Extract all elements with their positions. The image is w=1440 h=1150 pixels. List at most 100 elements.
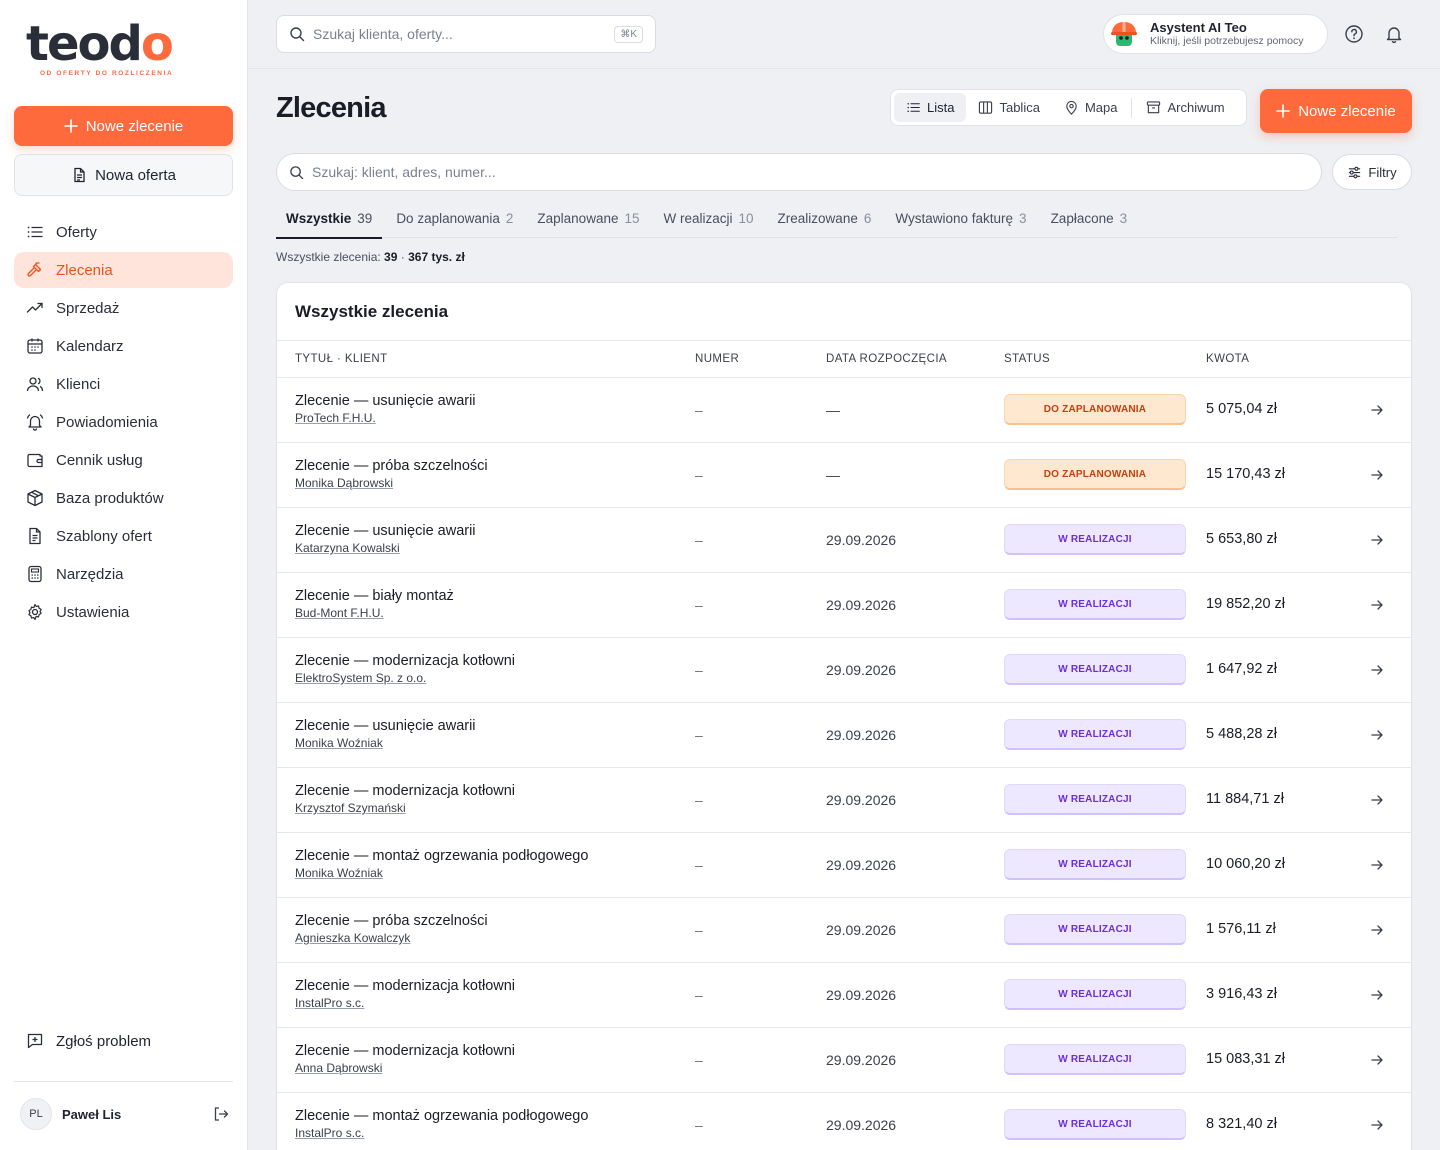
sidebar-item-oferty[interactable]: Oferty bbox=[14, 214, 233, 250]
arrow-right-icon[interactable] bbox=[1369, 467, 1385, 483]
order-title[interactable]: Zlecenie — modernizacja kotłowni bbox=[295, 783, 515, 799]
sidebar-item-zlecenia[interactable]: Zlecenia bbox=[14, 252, 233, 288]
view-tab-lista[interactable]: Lista bbox=[894, 93, 967, 122]
help-icon[interactable] bbox=[1344, 24, 1364, 44]
order-title[interactable]: Zlecenie — próba szczelności bbox=[295, 458, 488, 474]
order-title[interactable]: Zlecenie — próba szczelności bbox=[295, 913, 488, 929]
order-title[interactable]: Zlecenie — usunięcie awarii bbox=[295, 718, 476, 734]
sidebar-item-szablony-ofert[interactable]: Szablony ofert bbox=[14, 518, 233, 554]
filters-button[interactable]: Filtry bbox=[1332, 154, 1412, 190]
arrow-right-icon[interactable] bbox=[1369, 857, 1385, 873]
status-tab[interactable]: W realizacji 10 bbox=[654, 198, 764, 238]
table-row[interactable]: Zlecenie — montaż ogrzewania podłogowego… bbox=[277, 833, 1411, 898]
status-tab[interactable]: Wszystkie 39 bbox=[276, 198, 383, 239]
status-badge[interactable]: DO ZAPLANOWANIA bbox=[1004, 459, 1186, 490]
new-order-button[interactable]: Nowe zlecenie bbox=[1260, 89, 1412, 133]
status-badge[interactable]: DO ZAPLANOWANIA bbox=[1004, 394, 1186, 425]
order-client-link[interactable]: InstalPro s.c. bbox=[295, 996, 364, 1010]
table-row[interactable]: Zlecenie — próba szczelności Agnieszka Ko… bbox=[277, 898, 1411, 963]
order-title[interactable]: Zlecenie — montaż ogrzewania podłogowego bbox=[295, 1108, 588, 1124]
arrow-right-icon[interactable] bbox=[1369, 402, 1385, 418]
status-badge[interactable]: W REALIZACJI bbox=[1004, 524, 1186, 555]
order-title[interactable]: Zlecenie — biały montaż bbox=[295, 588, 454, 604]
status-tab[interactable]: Zapłacone 3 bbox=[1041, 198, 1138, 238]
arrow-right-icon[interactable] bbox=[1369, 1052, 1385, 1068]
order-client-link[interactable]: Krzysztof Szymański bbox=[295, 801, 406, 815]
arrow-right-icon[interactable] bbox=[1369, 597, 1385, 613]
sidebar-item-ustawienia[interactable]: Ustawienia bbox=[14, 594, 233, 630]
bell-icon[interactable] bbox=[1384, 24, 1404, 44]
arrow-right-icon[interactable] bbox=[1369, 1117, 1385, 1133]
view-tab-archiwum[interactable]: Archiwum bbox=[1134, 93, 1236, 122]
report-problem-button[interactable]: Zgłoś problem bbox=[14, 1023, 233, 1059]
view-tab-tablica[interactable]: Tablica bbox=[966, 93, 1051, 122]
status-badge[interactable]: W REALIZACJI bbox=[1004, 589, 1186, 620]
table-row[interactable]: Zlecenie — modernizacja kotłowni Krzyszto… bbox=[277, 768, 1411, 833]
order-title[interactable]: Zlecenie — modernizacja kotłowni bbox=[295, 1043, 515, 1059]
status-badge[interactable]: W REALIZACJI bbox=[1004, 719, 1186, 750]
status-badge[interactable]: W REALIZACJI bbox=[1004, 654, 1186, 685]
column-header-number[interactable]: NUMER bbox=[695, 353, 739, 365]
sidebar-item-narzędzia[interactable]: Narzędzia bbox=[14, 556, 233, 592]
order-client-link[interactable]: Anna Dąbrowski bbox=[295, 1061, 382, 1075]
status-badge[interactable]: W REALIZACJI bbox=[1004, 1109, 1186, 1140]
table-row[interactable]: Zlecenie — modernizacja kotłowni ElektroS… bbox=[277, 638, 1411, 703]
logo[interactable]: teodo OD OFERTY DO ROZLICZENIA bbox=[26, 20, 186, 80]
column-header-title-client[interactable]: TYTUŁ · KLIENT bbox=[295, 353, 388, 365]
arrow-right-icon[interactable] bbox=[1369, 532, 1385, 548]
order-title[interactable]: Zlecenie — usunięcie awarii bbox=[295, 523, 476, 539]
status-tab[interactable]: Do zaplanowania 2 bbox=[386, 198, 523, 238]
orders-search-input[interactable]: Szukaj: klient, adres, numer... bbox=[276, 153, 1322, 191]
sidebar-new-order-button[interactable]: Nowe zlecenie bbox=[14, 106, 233, 146]
status-tab[interactable]: Zaplanowane 15 bbox=[527, 198, 649, 238]
sidebar-item-powiadomienia[interactable]: Powiadomienia bbox=[14, 404, 233, 440]
arrow-right-icon[interactable] bbox=[1369, 922, 1385, 938]
sidebar-item-kalendarz[interactable]: Kalendarz bbox=[14, 328, 233, 364]
order-client-link[interactable]: Bud-Mont F.H.U. bbox=[295, 606, 384, 620]
order-client-link[interactable]: Monika Woźniak bbox=[295, 866, 383, 880]
order-client-link[interactable]: InstalPro s.c. bbox=[295, 1126, 364, 1140]
arrow-right-icon[interactable] bbox=[1369, 987, 1385, 1003]
order-title[interactable]: Zlecenie — modernizacja kotłowni bbox=[295, 653, 515, 669]
order-title[interactable]: Zlecenie — montaż ogrzewania podłogowego bbox=[295, 848, 588, 864]
sidebar-item-klienci[interactable]: Klienci bbox=[14, 366, 233, 402]
sidebar-item-cennik-usług[interactable]: Cennik usług bbox=[14, 442, 233, 478]
arrow-right-icon[interactable] bbox=[1369, 662, 1385, 678]
global-search-input[interactable]: Szukaj klienta, oferty... ⌘K bbox=[276, 15, 656, 53]
order-client-link[interactable]: Monika Dąbrowski bbox=[295, 476, 393, 490]
status-badge[interactable]: W REALIZACJI bbox=[1004, 849, 1186, 880]
order-client-link[interactable]: ProTech F.H.U. bbox=[295, 411, 376, 425]
status-tab[interactable]: Zrealizowane 6 bbox=[768, 198, 882, 238]
table-row[interactable]: Zlecenie — modernizacja kotłowni InstalPr… bbox=[277, 963, 1411, 1028]
sidebar-item-sprzedaż[interactable]: Sprzedaż bbox=[14, 290, 233, 326]
table-row[interactable]: Zlecenie — usunięcie awarii Katarzyna Kow… bbox=[277, 508, 1411, 573]
view-tab-mapa[interactable]: Mapa bbox=[1052, 93, 1130, 122]
order-title[interactable]: Zlecenie — usunięcie awarii bbox=[295, 393, 476, 409]
sidebar-item-baza-produktów[interactable]: Baza produktów bbox=[14, 480, 233, 516]
table-row[interactable]: Zlecenie — biały montaż Bud-Mont F.H.U. – 2… bbox=[277, 573, 1411, 638]
table-row[interactable]: Zlecenie — modernizacja kotłowni Anna Dąb… bbox=[277, 1028, 1411, 1093]
table-row[interactable]: Zlecenie — montaż ogrzewania podłogowego… bbox=[277, 1093, 1411, 1150]
logout-icon[interactable] bbox=[212, 1105, 230, 1123]
order-client-link[interactable]: Katarzyna Kowalski bbox=[295, 541, 400, 555]
status-badge[interactable]: W REALIZACJI bbox=[1004, 979, 1186, 1010]
user-profile[interactable]: PL Paweł Lis bbox=[20, 1097, 230, 1131]
column-header-status[interactable]: STATUS bbox=[1004, 353, 1050, 365]
order-client-link[interactable]: Monika Woźniak bbox=[295, 736, 383, 750]
status-badge[interactable]: W REALIZACJI bbox=[1004, 1044, 1186, 1075]
order-client-link[interactable]: ElektroSystem Sp. z o.o. bbox=[295, 671, 426, 685]
ai-assistant-button[interactable]: Asystent AI Teo Kliknij, jeśli potrzebuj… bbox=[1103, 14, 1328, 54]
status-tab[interactable]: Wystawiono fakturę 3 bbox=[885, 198, 1036, 238]
column-header-start-date[interactable]: DATA ROZPOCZĘCIA bbox=[826, 353, 947, 365]
table-row[interactable]: Zlecenie — próba szczelności Monika Dąbro… bbox=[277, 443, 1411, 508]
arrow-right-icon[interactable] bbox=[1369, 792, 1385, 808]
table-row[interactable]: Zlecenie — usunięcie awarii Monika Woźnia… bbox=[277, 703, 1411, 768]
order-title[interactable]: Zlecenie — modernizacja kotłowni bbox=[295, 978, 515, 994]
status-badge[interactable]: W REALIZACJI bbox=[1004, 914, 1186, 945]
sidebar-new-offer-button[interactable]: Nowa oferta bbox=[14, 154, 233, 196]
column-header-amount[interactable]: KWOTA bbox=[1206, 353, 1249, 365]
order-client-link[interactable]: Agnieszka Kowalczyk bbox=[295, 931, 410, 945]
status-badge[interactable]: W REALIZACJI bbox=[1004, 784, 1186, 815]
arrow-right-icon[interactable] bbox=[1369, 727, 1385, 743]
table-row[interactable]: Zlecenie — usunięcie awarii ProTech F.H.U… bbox=[277, 378, 1411, 443]
